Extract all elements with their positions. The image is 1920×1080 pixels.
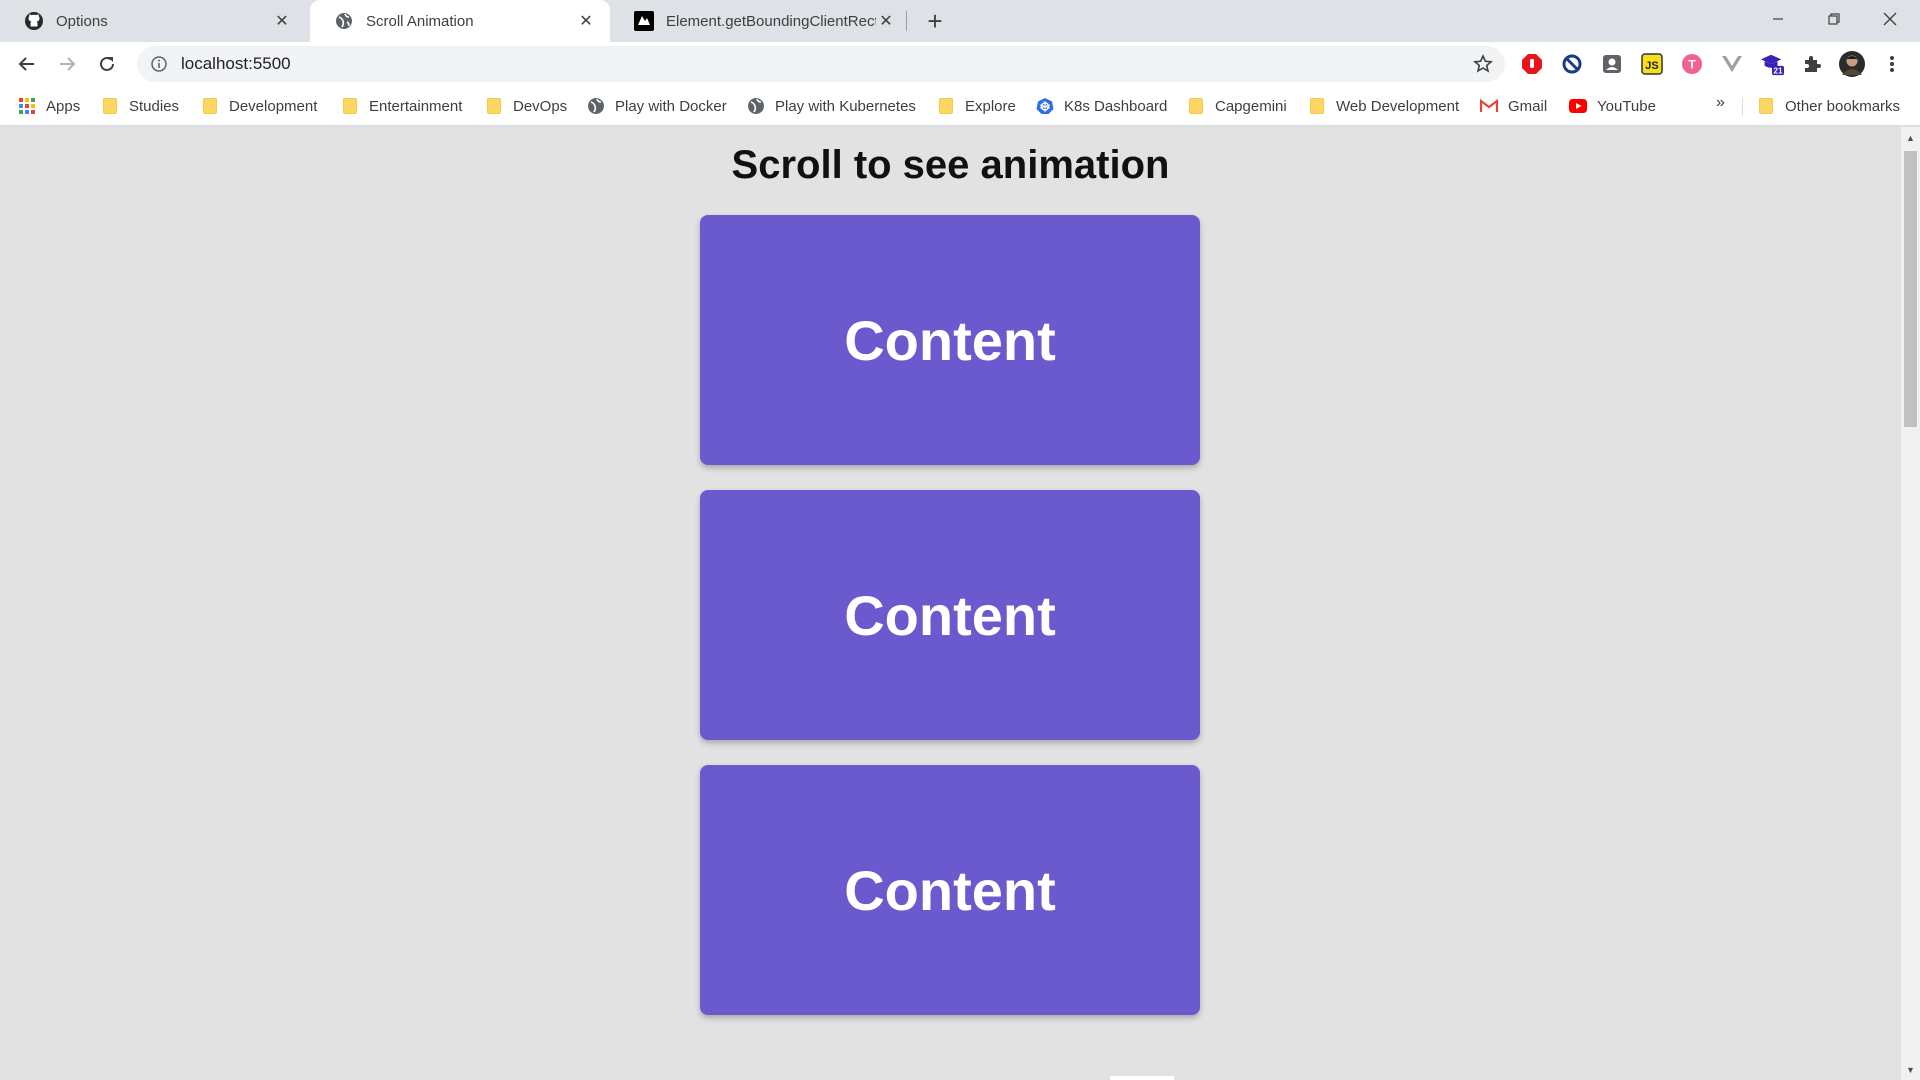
kubernetes-icon: [1036, 97, 1054, 115]
folder-icon: [341, 97, 359, 115]
new-tab-button[interactable]: +: [922, 6, 948, 36]
tab-title: Options: [56, 12, 108, 30]
page-viewport: Scroll to see animation Content Content …: [0, 127, 1901, 1080]
tab-divider: [906, 11, 907, 31]
page-title: Scroll to see animation: [731, 143, 1170, 187]
js-extension-icon[interactable]: JS: [1640, 52, 1664, 76]
card-label: Content: [844, 583, 1056, 647]
bookmark-capgemini[interactable]: Capgemini: [1187, 94, 1287, 118]
bookmark-explore[interactable]: Explore: [937, 94, 1016, 118]
content-card: Content: [700, 765, 1200, 1015]
bookmark-label: Play with Kubernetes: [775, 97, 916, 115]
scroll-up-arrow-icon[interactable]: ▲: [1901, 129, 1920, 146]
folder-icon: [1308, 97, 1326, 115]
bookmark-development[interactable]: Development: [201, 94, 317, 118]
scrollbar-thumb[interactable]: [1904, 151, 1917, 427]
close-tab-icon[interactable]: ✕: [876, 11, 896, 31]
bookmark-other-bookmarks[interactable]: Other bookmarks: [1757, 94, 1900, 118]
card-label: Content: [844, 858, 1056, 922]
info-icon[interactable]: [149, 54, 169, 74]
tab-title: Scroll Animation: [366, 12, 474, 30]
gmail-icon: [1480, 97, 1498, 115]
bookmark-label: Play with Docker: [615, 97, 727, 115]
minimize-button[interactable]: [1750, 0, 1806, 38]
extensions-puzzle-icon[interactable]: [1800, 52, 1824, 76]
tab-element-getboundingclientrect[interactable]: Element.getBoundingClientRect() ✕: [610, 0, 910, 42]
globe-icon: [334, 11, 354, 31]
bookmark-label: Gmail: [1508, 97, 1548, 115]
content-card: Content: [700, 490, 1200, 740]
folder-icon: [485, 97, 503, 115]
globe-icon: [747, 97, 765, 115]
bookmark-label: YouTube: [1597, 97, 1656, 115]
mdn-icon: [634, 11, 654, 31]
bookmark-youtube[interactable]: YouTube: [1569, 94, 1656, 118]
tab-title: Element.getBoundingClientRect(): [666, 12, 876, 30]
content-card: Content: [700, 215, 1200, 465]
bookmark-studies[interactable]: Studies: [101, 94, 179, 118]
bookmark-web-development[interactable]: Web Development: [1308, 94, 1459, 118]
bookmarks-bar: Apps Studies Development Entertainment D…: [0, 86, 1920, 126]
globe-icon: [587, 97, 605, 115]
vertical-scrollbar[interactable]: ▲ ▼: [1901, 127, 1920, 1080]
forward-button[interactable]: [51, 48, 83, 80]
card-label: Content: [844, 308, 1056, 372]
tab-scroll-animation[interactable]: Scroll Animation ✕: [310, 0, 610, 42]
svg-text:T: T: [1688, 58, 1696, 72]
bookmark-k8s-dashboard[interactable]: K8s Dashboard: [1036, 94, 1167, 118]
close-window-button[interactable]: [1862, 0, 1918, 38]
bookmark-apps[interactable]: Apps: [18, 94, 80, 118]
bookmark-gmail[interactable]: Gmail: [1480, 94, 1547, 118]
vue-devtools-icon[interactable]: [1720, 52, 1744, 76]
url-text: localhost:5500: [181, 54, 291, 73]
folder-icon: [201, 97, 219, 115]
reload-button[interactable]: [91, 48, 123, 80]
graduation-cap-icon[interactable]: 21: [1760, 52, 1784, 76]
back-button[interactable]: [11, 48, 43, 80]
folder-icon: [101, 97, 119, 115]
bookmark-label: Explore: [965, 97, 1016, 115]
adblock-extension-icon[interactable]: [1520, 52, 1544, 76]
bookmark-label: Web Development: [1336, 97, 1460, 115]
bookmark-label: Apps: [46, 97, 81, 115]
extension-badge: 21: [1773, 66, 1783, 76]
bookmarks-divider: [1742, 98, 1743, 116]
contact-extension-icon[interactable]: [1600, 52, 1624, 76]
folder-icon: [937, 97, 955, 115]
scroll-down-arrow-icon[interactable]: ▼: [1901, 1061, 1920, 1078]
menu-kebab-icon[interactable]: [1880, 52, 1904, 76]
bookmark-label: Other bookmarks: [1785, 97, 1901, 115]
youtube-icon: [1569, 97, 1587, 115]
close-tab-icon[interactable]: ✕: [576, 11, 596, 31]
svg-text:JS: JS: [1645, 60, 1658, 72]
close-tab-icon[interactable]: ✕: [272, 11, 292, 31]
bookmarks-overflow-button[interactable]: »: [1716, 94, 1725, 112]
browser-toolbar: localhost:5500 JS T 21: [0, 42, 1920, 86]
folder-icon: [1757, 97, 1775, 115]
folder-icon: [1187, 97, 1205, 115]
bookmark-entertainment[interactable]: Entertainment: [341, 94, 462, 118]
tab-options[interactable]: Options ✕: [0, 0, 306, 42]
next-card-edge: [1110, 1076, 1174, 1080]
bookmark-devops[interactable]: DevOps: [485, 94, 567, 118]
bookmark-play-with-docker[interactable]: Play with Docker: [587, 94, 727, 118]
tab-strip: Options ✕ Scroll Animation ✕ Element.get…: [0, 0, 1920, 42]
bookmark-label: DevOps: [513, 97, 568, 115]
restore-button[interactable]: [1806, 0, 1862, 38]
apps-grid-icon: [18, 97, 36, 115]
profile-avatar[interactable]: [1838, 50, 1866, 78]
bookmark-label: Entertainment: [369, 97, 463, 115]
bookmark-star-icon[interactable]: [1473, 54, 1493, 74]
address-bar[interactable]: localhost:5500: [137, 46, 1505, 82]
bookmark-label: Studies: [129, 97, 180, 115]
github-icon: [24, 11, 44, 31]
bookmark-label: Capgemini: [1215, 97, 1287, 115]
bookmark-label: Development: [229, 97, 318, 115]
block-extension-icon[interactable]: [1560, 52, 1584, 76]
bookmark-label: K8s Dashboard: [1064, 97, 1168, 115]
t-extension-icon[interactable]: T: [1680, 52, 1704, 76]
bookmark-play-with-kubernetes[interactable]: Play with Kubernetes: [747, 94, 916, 118]
